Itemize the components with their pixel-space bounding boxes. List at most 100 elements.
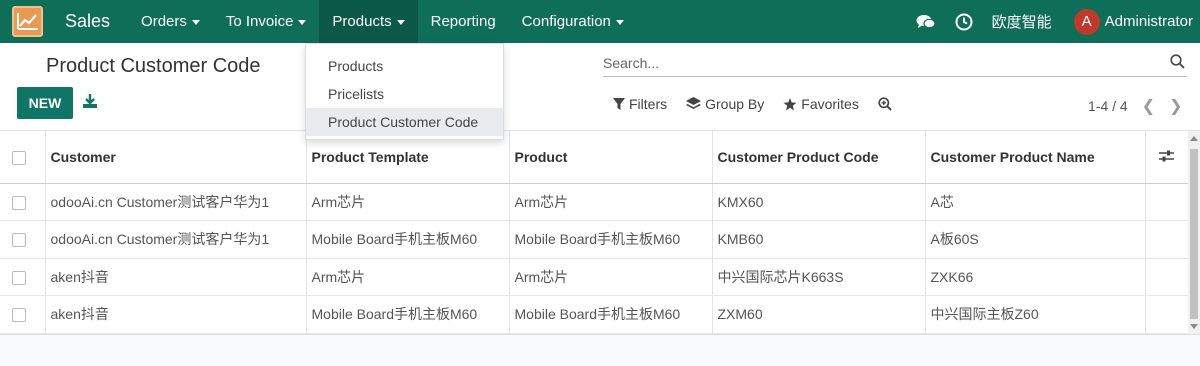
filters-button[interactable]: Filters xyxy=(613,96,667,112)
star-icon xyxy=(783,97,797,110)
records-table: Customer Product Template Product Custom… xyxy=(0,131,1189,334)
table-cell[interactable]: odooAi.cn Customer测试客户华为1 xyxy=(45,220,307,259)
dropdown-item-products[interactable]: Products xyxy=(306,52,503,80)
empty-area xyxy=(0,334,1200,366)
filter-icon xyxy=(613,97,625,110)
select-all-cell xyxy=(0,131,46,184)
table-cell[interactable]: ZXM60 xyxy=(712,295,926,334)
table-cell[interactable]: Arm芯片 xyxy=(509,258,713,296)
table-cell[interactable]: Arm芯片 xyxy=(509,183,713,221)
table-cell[interactable]: Mobile Board手机主板M60 xyxy=(509,220,713,259)
chevron-down-icon xyxy=(396,20,405,25)
table-cell[interactable]: KMX60 xyxy=(712,183,926,221)
groupby-button[interactable]: Group By xyxy=(686,96,764,112)
search-icon[interactable] xyxy=(1170,54,1185,72)
pager-value[interactable]: 1-4 / 4 xyxy=(1088,98,1128,114)
scroll-up-arrow[interactable] xyxy=(1190,136,1198,141)
search-options: Filters Group By Favorites xyxy=(613,96,915,112)
zoom-in-icon xyxy=(878,97,892,111)
table-cell[interactable]: odooAi.cn Customer测试客户华为1 xyxy=(45,183,307,221)
top-navbar: Sales Orders To Invoice Products Reporti… xyxy=(0,0,1200,43)
chevron-down-icon xyxy=(191,20,200,25)
dropdown-item-pricelists[interactable]: Pricelists xyxy=(306,80,503,108)
chat-icon[interactable] xyxy=(916,12,936,32)
vertical-scrollbar[interactable] xyxy=(1188,131,1200,334)
menu-to-invoice[interactable]: To Invoice xyxy=(213,0,320,43)
table-cell[interactable]: 中兴国际主板Z60 xyxy=(925,295,1146,334)
menu-products[interactable]: Products xyxy=(319,0,418,43)
column-header[interactable]: Product xyxy=(509,131,713,184)
favorites-label: Favorites xyxy=(801,96,859,112)
row-select-cell xyxy=(0,258,46,296)
table-cell[interactable]: Arm芯片 xyxy=(306,183,510,221)
clock-icon[interactable] xyxy=(954,12,974,32)
search-panel-toggle[interactable] xyxy=(878,97,896,111)
optional-columns-cell xyxy=(1145,131,1189,184)
navbar-systray: 欧度智能 A Administrator xyxy=(916,0,1200,43)
table-cell[interactable]: A芯 xyxy=(925,183,1146,221)
groupby-label: Group By xyxy=(705,96,765,112)
row-checkbox[interactable] xyxy=(12,195,26,210)
table-cell-empty xyxy=(1145,220,1189,259)
table-cell[interactable]: aken抖音 xyxy=(45,258,307,296)
menu-configuration-label: Configuration xyxy=(521,13,611,30)
row-select-cell xyxy=(0,183,46,221)
menu-orders-label: Orders xyxy=(141,13,187,30)
chevron-left-icon[interactable]: ❮ xyxy=(1142,96,1155,116)
menu-products-label: Products xyxy=(332,13,392,30)
column-header[interactable]: Customer Product Name xyxy=(925,131,1146,184)
search-bar xyxy=(603,51,1187,77)
pager: 1-4 / 4 ❮ ❯ xyxy=(1088,96,1183,116)
table-cell[interactable]: A板60S xyxy=(925,220,1146,259)
row-select-cell xyxy=(0,295,46,334)
row-checkbox[interactable] xyxy=(12,308,26,323)
table-row[interactable]: aken抖音 Mobile Board手机主板M60 Mobile Board手… xyxy=(0,295,1189,334)
table-cell[interactable]: KMB60 xyxy=(712,220,926,259)
products-dropdown-menu: Products Pricelists Product Customer Cod… xyxy=(305,43,504,140)
menu-configuration[interactable]: Configuration xyxy=(509,0,637,43)
menu-reporting[interactable]: Reporting xyxy=(418,0,509,43)
table-cell-empty xyxy=(1145,183,1189,221)
select-all-checkbox[interactable] xyxy=(12,150,26,165)
row-checkbox[interactable] xyxy=(12,233,26,248)
table-cell-empty xyxy=(1145,295,1189,334)
menu-to-invoice-label: To Invoice xyxy=(225,13,294,30)
list-view: Customer Product Template Product Custom… xyxy=(0,131,1200,334)
company-switcher[interactable]: 欧度智能 xyxy=(992,11,1052,32)
page-title: Product Customer Code xyxy=(46,55,261,77)
new-button[interactable]: NEW xyxy=(17,87,73,119)
table-row[interactable]: odooAi.cn Customer测试客户华为1 Mobile Board手机… xyxy=(0,220,1189,259)
column-header[interactable]: Customer Product Code xyxy=(712,131,926,184)
download-icon[interactable] xyxy=(82,93,98,109)
table-cell[interactable]: Mobile Board手机主板M60 xyxy=(306,220,510,259)
row-checkbox[interactable] xyxy=(12,270,26,285)
table-cell[interactable]: ZXK66 xyxy=(925,258,1146,296)
sales-app-icon[interactable] xyxy=(12,6,43,37)
table-cell[interactable]: aken抖音 xyxy=(45,295,307,334)
control-panel: Product Customer Code NEW Filters Group … xyxy=(0,43,1200,131)
table-cell[interactable]: 中兴国际芯片K663S xyxy=(712,258,926,296)
avatar[interactable]: A xyxy=(1073,8,1100,35)
favorites-button[interactable]: Favorites xyxy=(783,96,859,112)
chevron-right-icon[interactable]: ❯ xyxy=(1169,96,1182,116)
chevron-down-icon xyxy=(298,20,307,25)
table-row[interactable]: aken抖音 Arm芯片 Arm芯片 中兴国际芯片K663S ZXK66 xyxy=(0,258,1189,296)
table-cell[interactable]: Mobile Board手机主板M60 xyxy=(306,295,510,334)
user-menu[interactable]: Administrator xyxy=(1105,13,1193,30)
table-cell[interactable]: Mobile Board手机主板M60 xyxy=(509,295,713,334)
column-header[interactable]: Customer xyxy=(45,131,307,184)
app-name[interactable]: Sales xyxy=(65,11,110,32)
filters-label: Filters xyxy=(629,96,668,112)
table-row[interactable]: odooAi.cn Customer测试客户华为1 Arm芯片 Arm芯片 KM… xyxy=(0,183,1189,221)
search-input[interactable] xyxy=(603,51,1143,75)
scroll-thumb[interactable] xyxy=(1190,149,1198,319)
menu-orders[interactable]: Orders xyxy=(128,0,213,43)
table-cell[interactable]: Arm芯片 xyxy=(306,258,510,296)
column-settings-icon[interactable] xyxy=(1159,150,1174,162)
row-select-cell xyxy=(0,220,46,259)
dropdown-item-product-customer-code[interactable]: Product Customer Code xyxy=(306,108,503,136)
layers-icon xyxy=(686,97,702,109)
chevron-down-icon xyxy=(615,20,624,25)
table-cell-empty xyxy=(1145,258,1189,296)
scroll-down-arrow[interactable] xyxy=(1190,324,1198,329)
